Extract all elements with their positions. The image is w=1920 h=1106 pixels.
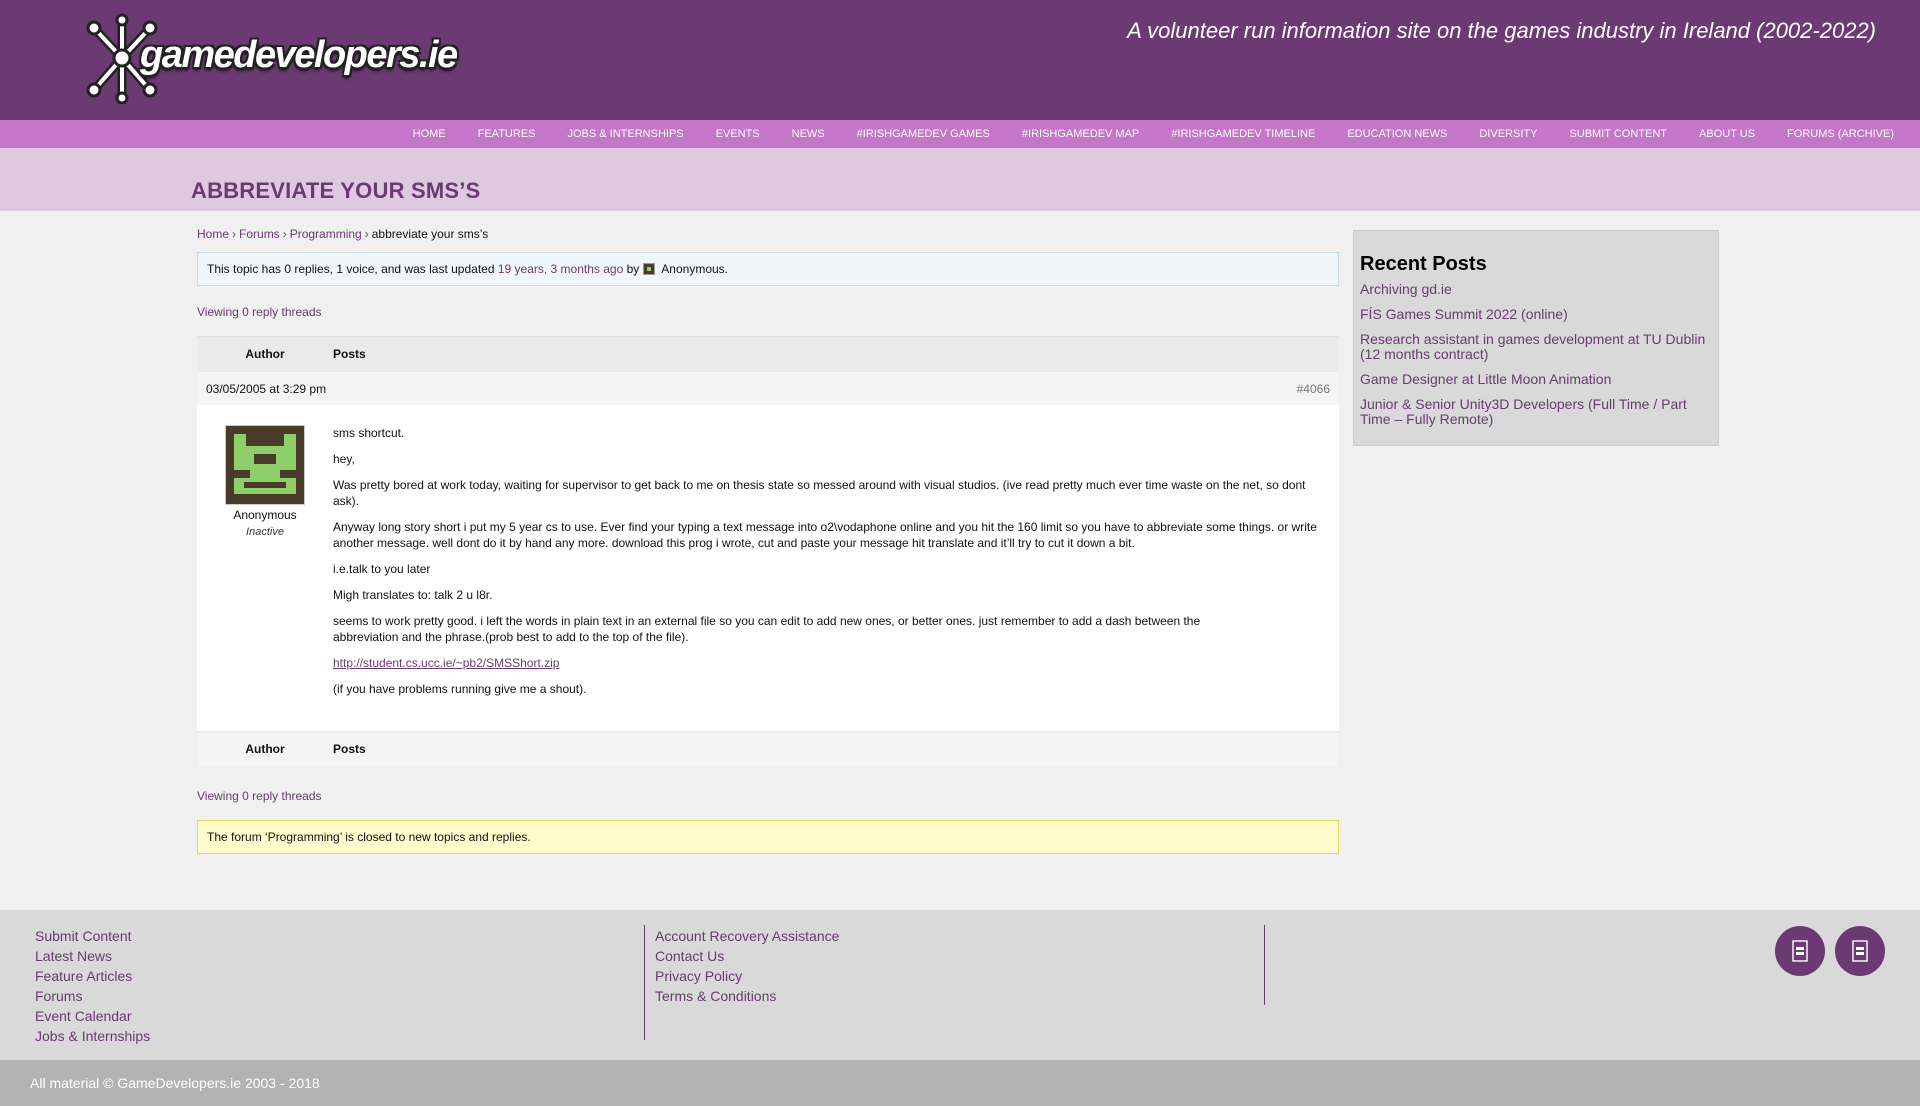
post-author: Anonymous Inactive xyxy=(197,425,333,707)
footer-link-privacy-policy[interactable]: Privacy Policy xyxy=(655,966,839,986)
post-paragraph: Was pretty bored at work today, waiting … xyxy=(333,478,1306,508)
breadcrumb-separator: › xyxy=(232,227,237,241)
breadcrumb: Home › Forums › Programming › abbreviate your … xyxy=(197,224,1339,244)
nav-submit-content[interactable]: SUBMIT CONTENT xyxy=(1569,128,1667,140)
footer-link-forums[interactable]: Forums xyxy=(35,986,150,1006)
title-band: ABBREVIATE YOUR SMS’S xyxy=(0,148,1920,211)
page-title: ABBREVIATE YOUR SMS’S xyxy=(191,178,481,203)
post-content: sms shortcut. hey, Was pretty bored at w… xyxy=(333,425,1339,707)
post-paragraph: i.e.talk to you later xyxy=(333,562,431,576)
mini-avatar-icon[interactable] xyxy=(643,263,656,275)
post-permalink[interactable]: #4066 xyxy=(1297,382,1330,396)
header-author: Author xyxy=(245,347,285,361)
topic-info-by: by xyxy=(626,262,640,276)
post-meta: 03/05/2005 at 3:29 pm #4066 xyxy=(197,371,1339,405)
viewing-count-bottom: Viewing 0 reply threads xyxy=(197,789,322,803)
thread-list: Author Posts 03/05/2005 at 3:29 pm #4066… xyxy=(197,336,1339,766)
post-paragraph: hey, xyxy=(333,452,355,466)
site-footer: Submit Content Latest News Feature Artic… xyxy=(0,910,1920,1060)
footer-divider xyxy=(1264,925,1265,1005)
forum-closed-notice: The forum ‘Programming’ is closed to new… xyxy=(197,820,1339,854)
footer-link-terms-conditions[interactable]: Terms & Conditions xyxy=(655,986,839,1006)
topic-info-box: This topic has 0 replies, 1 voice, and w… xyxy=(197,252,1339,286)
nav-irishgamedev-games[interactable]: #IRISHGAMEDEV GAMES xyxy=(857,128,990,140)
social-glyph-icon xyxy=(1852,940,1868,962)
thread-footer: Author Posts xyxy=(197,731,1339,766)
topic-author-link[interactable]: Anonymous xyxy=(661,262,724,276)
post-date: 03/05/2005 at 3:29 pm xyxy=(206,381,327,396)
viewing-count-top: Viewing 0 reply threads xyxy=(197,305,322,319)
sidebar-recent-posts: Recent Posts Archiving gd.ie FÍS Games S… xyxy=(1353,230,1719,446)
nav-events[interactable]: EVENTS xyxy=(716,128,760,140)
nav-home[interactable]: HOME xyxy=(413,128,446,140)
footer-author: Author xyxy=(245,742,285,756)
sidebar-heading: Recent Posts xyxy=(1360,253,1487,275)
footer-column-1: Submit Content Latest News Feature Artic… xyxy=(35,926,150,1046)
download-link[interactable]: http://student.cs.ucc.ie/~pb2/SMSShort.z… xyxy=(333,656,559,670)
nav-irishgamedev-timeline[interactable]: #IRISHGAMEDEV TIMELINE xyxy=(1171,128,1315,140)
nav-news[interactable]: NEWS xyxy=(792,128,825,140)
topic-info-prefix: This topic has 0 replies, 1 voice, and w… xyxy=(207,262,495,276)
nav-about-us[interactable]: ABOUT US xyxy=(1699,128,1755,140)
breadcrumb-current: abbreviate your sms’s xyxy=(371,227,489,241)
footer-posts: Posts xyxy=(333,742,366,756)
nav-forums-archive[interactable]: FORUMS (ARCHIVE) xyxy=(1787,128,1894,140)
footer-link-submit-content[interactable]: Submit Content xyxy=(35,926,150,946)
breadcrumb-separator: › xyxy=(364,227,369,241)
copyright-text: All material © GameDevelopers.ie 2003 - … xyxy=(30,1075,320,1091)
copyright-bar: All material © GameDevelopers.ie 2003 - … xyxy=(0,1060,1920,1106)
site-tagline: A volunteer run information site on the … xyxy=(1127,18,1876,43)
footer-link-event-calendar[interactable]: Event Calendar xyxy=(35,1006,150,1026)
recent-post-link[interactable]: Research assistant in games development … xyxy=(1360,332,1712,362)
site-logo[interactable]: gamedevelopers.ie xyxy=(82,12,458,104)
nav-irishgamedev-map[interactable]: #IRISHGAMEDEV MAP xyxy=(1022,128,1139,140)
post-paragraph: sms shortcut. xyxy=(333,426,405,440)
footer-link-jobs-internships[interactable]: Jobs & Internships xyxy=(35,1026,150,1046)
post-link-paragraph: http://student.cs.ucc.ie/~pb2/SMSShort.z… xyxy=(333,655,1319,671)
social-glyph-icon xyxy=(1792,940,1808,962)
breadcrumb-programming[interactable]: Programming xyxy=(290,227,362,241)
main-content: Home › Forums › Programming › abbreviate your … xyxy=(197,224,1339,854)
breadcrumb-home[interactable]: Home xyxy=(197,227,229,241)
main-nav: HOME FEATURES JOBS & INTERNSHIPS EVENTS … xyxy=(0,120,1920,148)
footer-link-account-recovery[interactable]: Account Recovery Assistance xyxy=(655,926,839,946)
author-name[interactable]: Anonymous xyxy=(197,508,333,522)
topic-info-suffix: . xyxy=(724,262,729,276)
nav-jobs-internships[interactable]: JOBS & INTERNSHIPS xyxy=(567,128,683,140)
footer-link-contact-us[interactable]: Contact Us xyxy=(655,946,839,966)
post-paragraph: Migh translates to: talk 2 u l8r. xyxy=(333,588,493,602)
site-header: gamedevelopers.ie A volunteer run inform… xyxy=(0,0,1920,120)
post-paragraph: (if you have problems running give me a … xyxy=(333,682,587,696)
recent-post-link[interactable]: Archiving gd.ie xyxy=(1360,282,1712,297)
avatar[interactable] xyxy=(225,425,305,505)
footer-link-latest-news[interactable]: Latest News xyxy=(35,946,150,966)
thread-header: Author Posts xyxy=(197,336,1339,371)
logo-text: gamedevelopers.ie xyxy=(140,34,458,76)
breadcrumb-separator: › xyxy=(282,227,287,241)
footer-column-2: Account Recovery Assistance Contact Us P… xyxy=(655,926,839,1006)
breadcrumb-forums[interactable]: Forums xyxy=(239,227,280,241)
footer-link-feature-articles[interactable]: Feature Articles xyxy=(35,966,150,986)
post-paragraph: seems to work pretty good. i left the wo… xyxy=(333,614,1201,644)
nav-diversity[interactable]: DIVERSITY xyxy=(1479,128,1537,140)
recent-post-link[interactable]: Junior & Senior Unity3D Developers (Full… xyxy=(1360,397,1712,427)
footer-divider xyxy=(644,925,645,1040)
nav-education-news[interactable]: EDUCATION NEWS xyxy=(1347,128,1447,140)
twitter-icon[interactable] xyxy=(1775,926,1825,976)
author-role: Inactive xyxy=(246,526,284,538)
topic-freshness-link[interactable]: 19 years, 3 months ago xyxy=(498,262,623,276)
recent-post-link[interactable]: Game Designer at Little Moon Animation xyxy=(1360,372,1712,387)
facebook-icon[interactable] xyxy=(1835,926,1885,976)
recent-post-link[interactable]: FÍS Games Summit 2022 (online) xyxy=(1360,307,1712,322)
post-paragraph: Anyway long story short i put my 5 year … xyxy=(333,520,1317,550)
nav-features[interactable]: FEATURES xyxy=(478,128,536,140)
header-posts: Posts xyxy=(333,347,366,361)
post-body: Anonymous Inactive sms shortcut. hey, Wa… xyxy=(197,405,1339,731)
